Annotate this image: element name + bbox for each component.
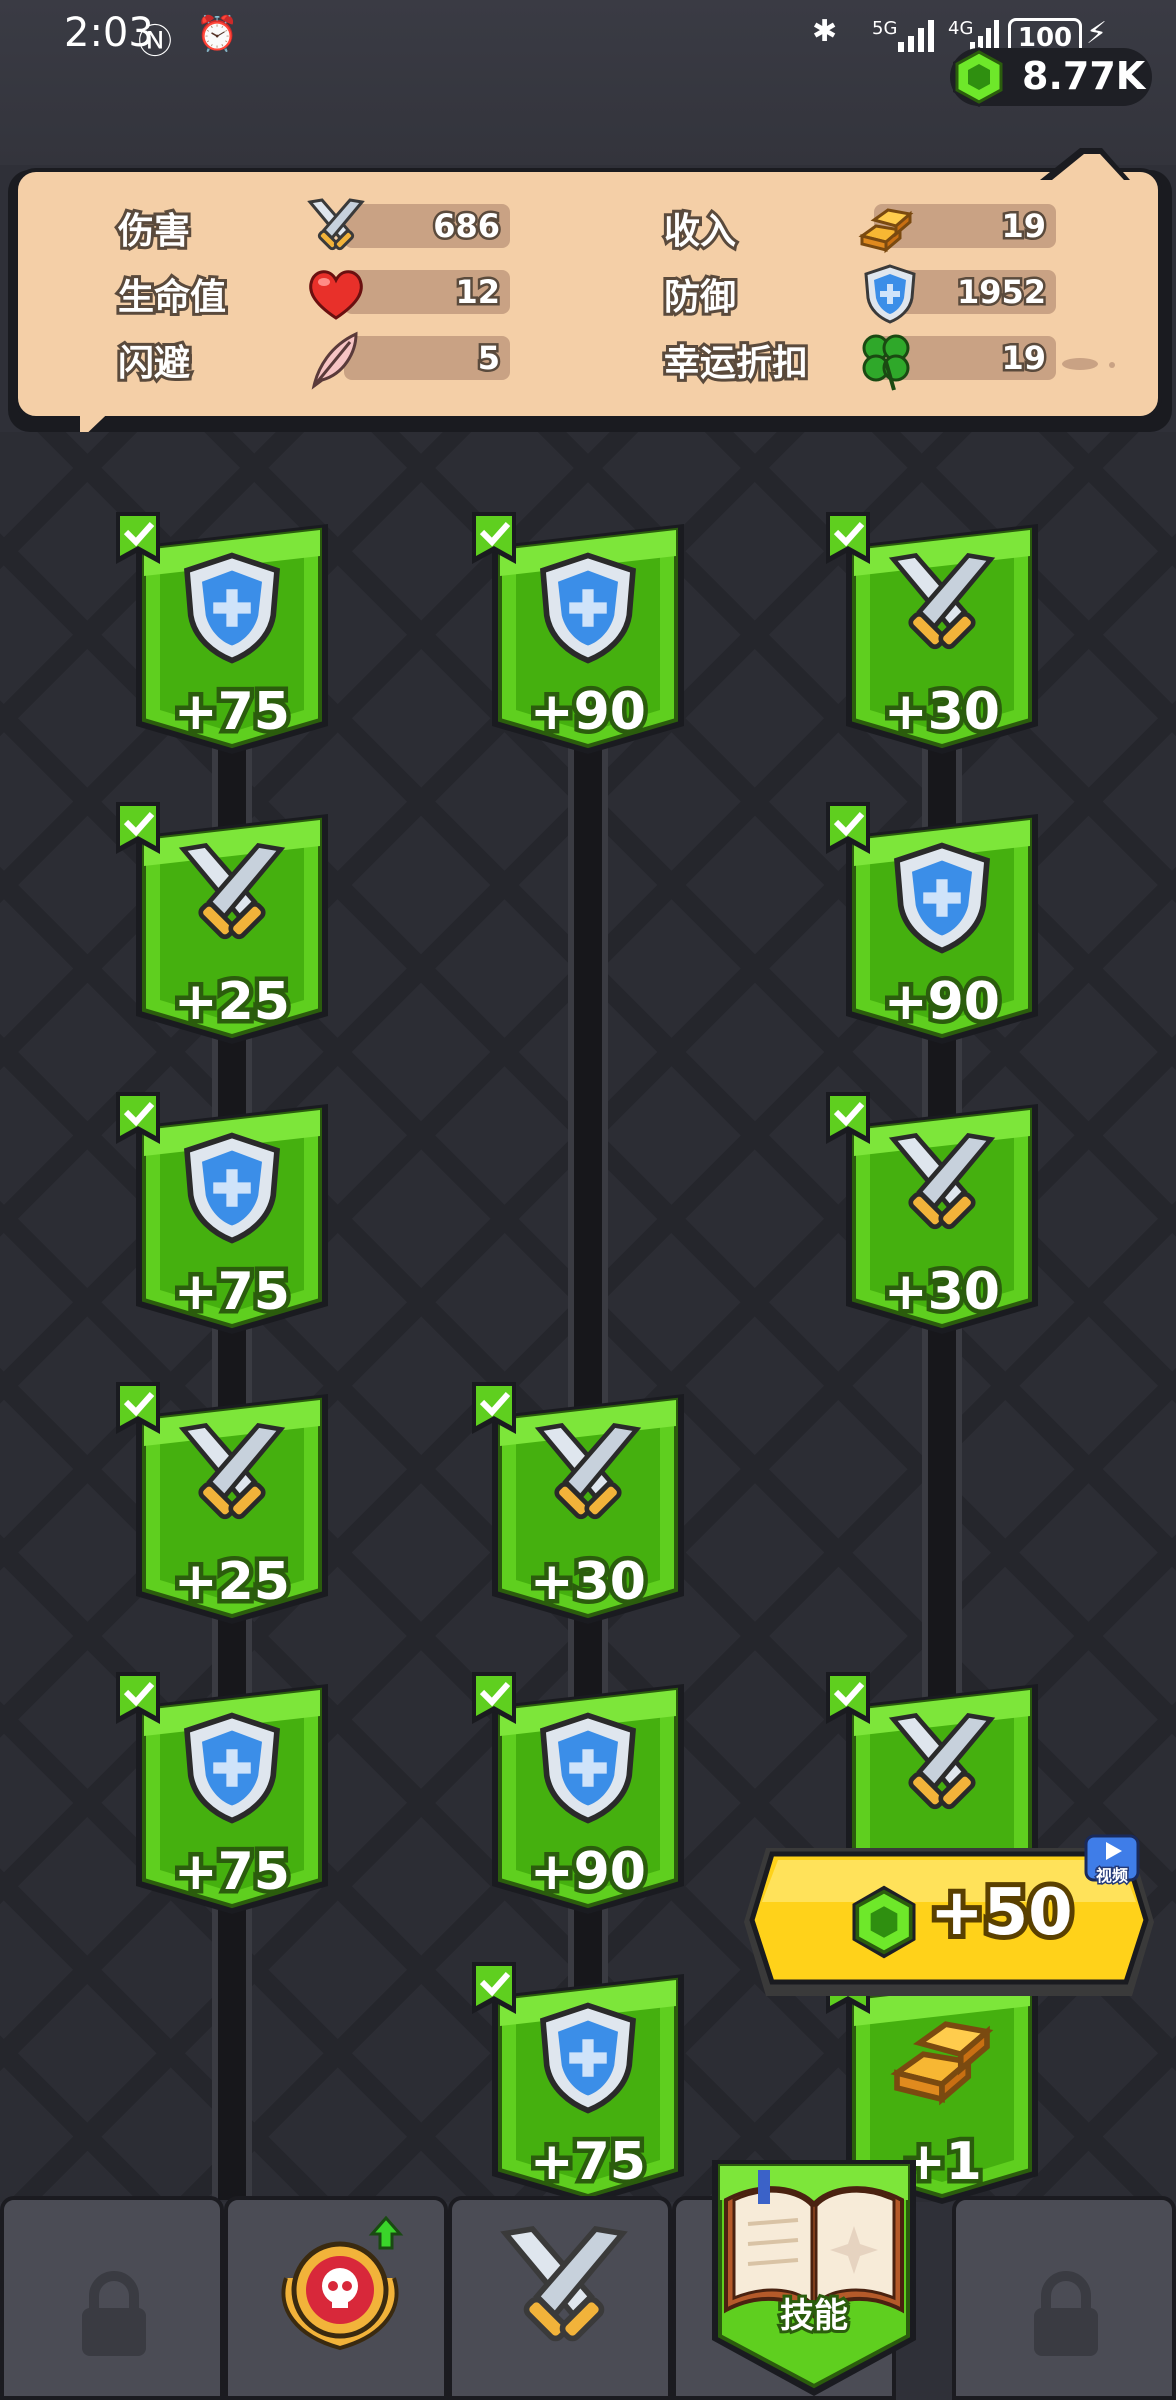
skill-card-value: +75 xyxy=(170,1258,295,1327)
stat-label: 收入 xyxy=(661,208,739,255)
tab-skills-label: 技能 xyxy=(777,2293,851,2339)
video-ad-badge: 视频 xyxy=(1084,1834,1140,1887)
shield-icon xyxy=(894,842,990,954)
checkmark-icon xyxy=(116,1672,160,1724)
signal-icon xyxy=(898,20,934,52)
shield-icon xyxy=(184,1132,280,1244)
tab-boss[interactable] xyxy=(224,2196,448,2400)
stat-label: 生命值 xyxy=(115,274,229,321)
tab-locked-2[interactable] xyxy=(952,2196,1176,2400)
checkmark-icon xyxy=(826,512,870,564)
panel-smudge xyxy=(1062,358,1115,370)
crossed-swords-icon xyxy=(500,2225,628,2342)
clover-icon xyxy=(862,334,910,391)
bluetooth-icon: ✱ xyxy=(812,14,838,49)
stat-luck-discount: 幸运折扣 19 xyxy=(661,334,1064,391)
skill-card-value: +30 xyxy=(880,1258,1005,1327)
checkmark-icon xyxy=(116,512,160,564)
stat-label: 防御 xyxy=(661,274,739,321)
checkmark-icon xyxy=(116,802,160,854)
skill-card-defense[interactable]: +75 xyxy=(472,1962,688,2206)
shield-icon xyxy=(184,1712,280,1824)
tab-equipment[interactable] xyxy=(448,2196,672,2400)
skill-card-attack[interactable]: +30 xyxy=(472,1382,688,1626)
gold-bars-icon xyxy=(858,208,914,254)
stat-hp: 生命值 12 xyxy=(115,268,518,321)
skill-card-value: +30 xyxy=(526,1548,651,1617)
checkmark-icon xyxy=(116,1382,160,1434)
stat-label: 幸运折扣 xyxy=(661,340,811,387)
checkmark-icon xyxy=(826,802,870,854)
checkmark-icon xyxy=(472,512,516,564)
video-ad-label: 视频 xyxy=(1094,1865,1129,1887)
crossed-swords-icon xyxy=(888,1132,996,1230)
skill-card-attack[interactable]: +30 xyxy=(826,512,1042,756)
skill-card-defense[interactable]: +90 xyxy=(472,512,688,756)
stat-dodge: 闪避 5 xyxy=(115,331,518,390)
tab-locked-1[interactable] xyxy=(0,2196,224,2400)
skill-card-value: +90 xyxy=(526,678,651,747)
skill-card-defense[interactable]: +75 xyxy=(116,512,332,756)
status-bar: 2:03 Ⓝ ⏰ ✱ 5G 4G 100 ⚡ 8.77K xyxy=(0,0,1176,165)
green-gem-icon xyxy=(852,1885,916,1959)
crossed-swords-icon xyxy=(307,198,365,251)
skill-card-value: +90 xyxy=(880,968,1005,1037)
skill-card-value: +75 xyxy=(170,1838,295,1907)
shield-icon xyxy=(864,264,916,324)
heart-icon xyxy=(309,270,363,320)
crossed-swords-icon xyxy=(178,1422,286,1520)
skill-card-value: +75 xyxy=(526,2128,651,2197)
skill-card-attack[interactable]: +25 xyxy=(116,802,332,1046)
crossed-swords-icon xyxy=(888,552,996,650)
panel-notch xyxy=(1040,148,1130,180)
lock-icon xyxy=(1034,2271,1098,2356)
currency-counter[interactable]: 8.77K xyxy=(950,47,1152,107)
skill-card-attack[interactable]: +30 xyxy=(826,1092,1042,1336)
stat-income: 收入 19 xyxy=(661,202,1064,255)
skull-emblem-icon xyxy=(281,2215,404,2351)
checkmark-icon xyxy=(472,1962,516,2014)
shield-icon xyxy=(540,552,636,664)
skill-card-defense[interactable]: +90 xyxy=(472,1672,688,1916)
checkmark-icon xyxy=(826,1092,870,1144)
charging-icon: ⚡ xyxy=(1086,16,1108,51)
stat-label: 闪避 xyxy=(115,340,193,387)
checkmark-icon xyxy=(472,1382,516,1434)
currency-value: 8.77K xyxy=(1022,54,1146,98)
checkmark-icon xyxy=(472,1672,516,1724)
skill-card-value: +90 xyxy=(526,1838,651,1907)
shield-icon xyxy=(540,2002,636,2114)
checkmark-icon xyxy=(116,1092,160,1144)
network-5g-label: 5G xyxy=(872,18,898,39)
checkmark-icon xyxy=(826,1672,870,1724)
skill-card-value: +75 xyxy=(170,678,295,747)
crossed-swords-icon xyxy=(534,1422,642,1520)
nfc-icon: Ⓝ xyxy=(138,22,172,62)
skill-card-value: +25 xyxy=(170,1548,295,1617)
skill-card-defense[interactable]: +75 xyxy=(116,1672,332,1916)
lock-icon xyxy=(82,2271,146,2356)
shield-icon xyxy=(540,1712,636,1824)
skill-card-value: +30 xyxy=(880,678,1005,747)
crossed-swords-icon xyxy=(888,1712,996,1810)
shield-icon xyxy=(184,552,280,664)
crossed-swords-icon xyxy=(178,842,286,940)
stat-damage: 伤害 686 xyxy=(115,198,518,255)
alarm-off-icon: ⏰ xyxy=(196,14,239,54)
gold-bars-icon xyxy=(890,2021,994,2106)
bottom-nav xyxy=(0,2196,1176,2400)
skill-card-attack[interactable]: +25 xyxy=(116,1382,332,1626)
stat-label: 伤害 xyxy=(115,208,193,255)
reward-amount: +50 xyxy=(925,1871,1078,1955)
skill-card-defense[interactable]: +75 xyxy=(116,1092,332,1336)
skill-card-value: +25 xyxy=(170,968,295,1037)
skill-card-defense[interactable]: +90 xyxy=(826,802,1042,1046)
stat-defense: 防御 1952 xyxy=(661,264,1064,324)
feather-icon xyxy=(311,331,358,390)
green-gem-icon xyxy=(953,47,1005,107)
skills-tab-badge[interactable] xyxy=(704,2140,924,2400)
